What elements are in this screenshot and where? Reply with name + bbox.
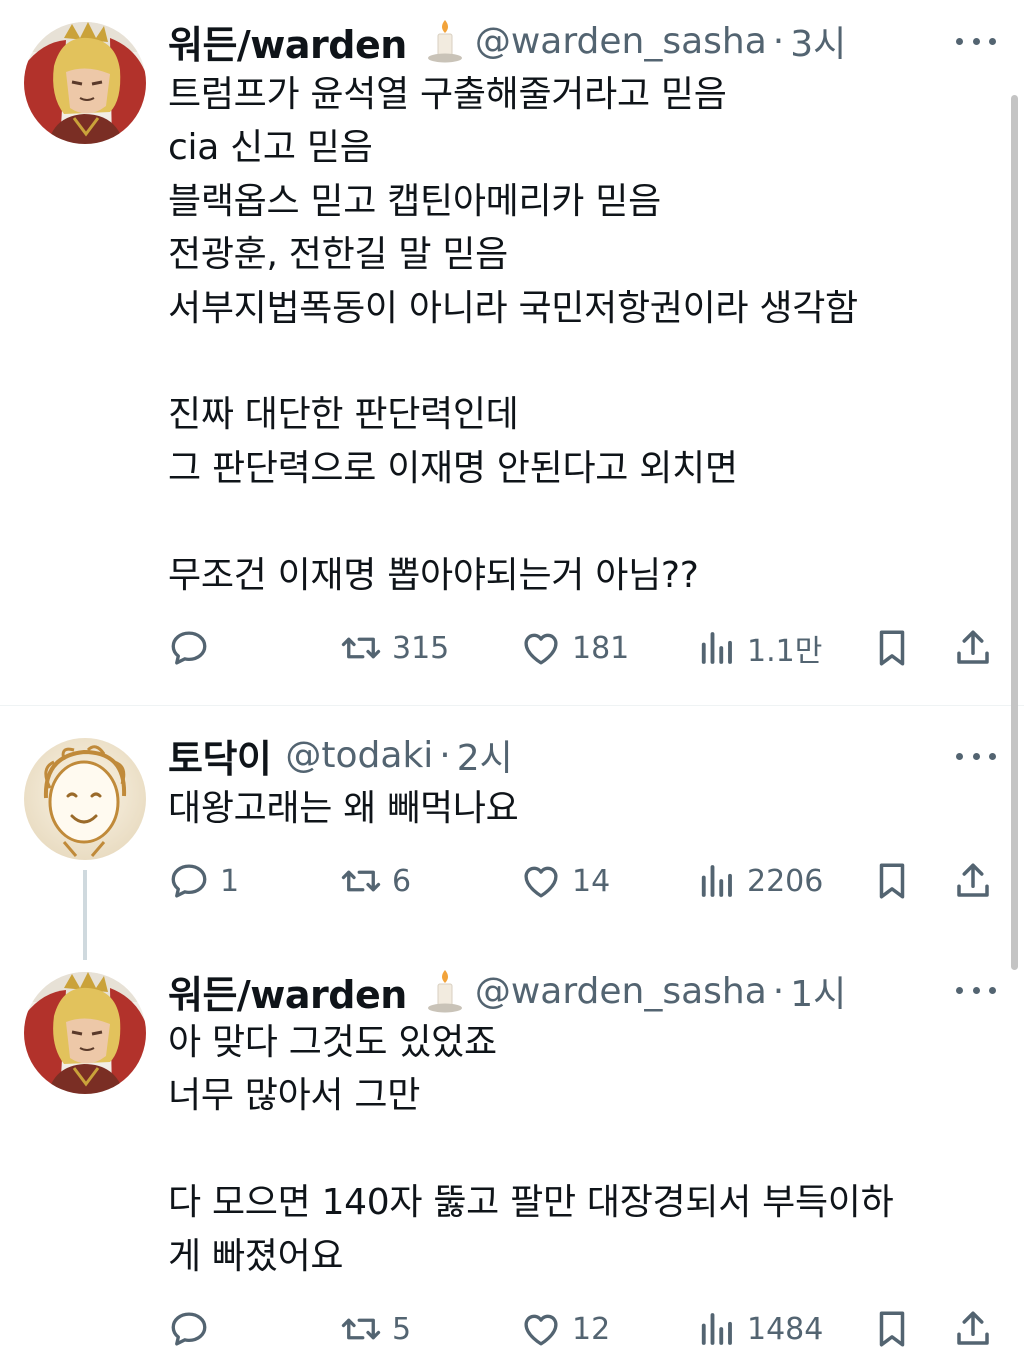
retweet-button[interactable]: 5 [340,1304,411,1354]
views-chart-icon [701,865,732,897]
tweet-time[interactable]: 2시 [457,729,513,781]
share-icon [957,863,989,897]
retweet-count: 6 [392,863,412,899]
scrollbar-thumb[interactable] [1011,95,1018,970]
display-name[interactable]: 워든/warden [168,14,407,69]
share-icon [957,1311,989,1345]
reply-count: 1 [220,863,240,899]
share-button[interactable] [952,856,994,906]
avatar-image [24,972,146,1094]
reply-button[interactable]: 1 [168,856,239,906]
tweet-time[interactable]: 1시 [790,965,846,1017]
tweet-text-line: 무조건 이재명 뽑아야되는거 아님?? [168,554,699,596]
bookmark-icon [879,1311,905,1347]
view-count: 1.1만 [747,634,823,669]
reply-icon [171,631,207,665]
bookmark-icon [879,863,905,899]
views-button[interactable]: 1.1만 [695,623,822,673]
views-chart-icon [701,1313,732,1345]
tweet-text-line: 다 모으면 140자 뚫고 팔만 대장경되서 부득이하 [168,1182,894,1224]
tweet-2[interactable]: 토닥이 @todaki · 2시 대왕고래는 왜 빼먹나요 1 6 14 220… [0,706,1024,950]
tweet-actions: 5 12 1484 [168,1304,1000,1354]
share-icon [957,630,989,664]
display-name[interactable]: 토닥이 [168,728,272,783]
retweet-icon [341,1318,381,1340]
tweet-text-line [168,495,988,548]
tweet-time[interactable]: 3시 [790,15,846,67]
retweet-button[interactable]: 315 [340,623,449,673]
tweet-actions: 315 181 1.1만 [168,623,1000,673]
tweet-text: 트럼프가 윤석열 구출해줄거라고 믿음 cia 신고 믿음 블랙옵스 믿고 캡틴… [168,68,988,602]
tweet-text-line [168,1123,988,1176]
tweet-header: 워든/warden @warden_sasha · 1시 [168,964,846,1019]
user-handle[interactable]: @warden_sasha [475,971,767,1012]
separator-dot: · [439,734,451,776]
tweet-text: 아 맞다 그것도 있었죠 너무 많아서 그만 다 모으면 140자 뚫고 팔만 … [168,1016,988,1283]
bookmark-button[interactable] [871,856,913,906]
retweet-button[interactable]: 6 [340,856,411,906]
reply-button[interactable] [168,1304,220,1354]
retweet-count: 5 [392,1311,412,1347]
views-chart-icon [701,632,732,664]
reply-icon [171,864,207,898]
tweet-text: 대왕고래는 왜 빼먹나요 [168,782,988,835]
share-button[interactable] [952,623,994,673]
share-button[interactable] [952,1304,994,1354]
tweet-text-line: 그 판단력으로 이재명 안된다고 외치면 [168,447,738,489]
avatar-warden[interactable] [24,972,146,1094]
view-count: 2206 [747,863,824,899]
tweet-3[interactable]: 워든/warden @warden_sasha · 1시 아 맞다 그것도 있었… [0,950,1024,1368]
like-button[interactable]: 12 [520,1304,610,1354]
more-options-icon[interactable] [956,980,996,1000]
heart-icon [524,1314,558,1346]
tweet-text-line: 전광훈, 전한길 말 믿음 [168,234,508,276]
like-count: 14 [572,863,611,899]
reply-icon [171,1312,207,1346]
view-count: 1484 [747,1311,824,1347]
retweet-icon [341,637,381,659]
tweet-text-line: 아 맞다 그것도 있었죠 [168,1022,497,1063]
separator-dot: · [772,20,785,62]
user-handle[interactable]: @todaki [285,735,433,776]
tweet-text-line: 서부지법폭동이 아니라 국민저항권이라 생각함 [168,287,858,329]
tweet-text-line: 블랙옵스 믿고 캡틴아메리카 믿음 [168,180,661,222]
user-handle[interactable]: @warden_sasha [475,21,767,62]
more-options-icon[interactable] [956,746,996,766]
like-count: 181 [572,630,630,666]
like-button[interactable]: 181 [520,623,629,673]
display-name[interactable]: 워든/warden [168,964,407,1019]
tweet-text-line: 진짜 대단한 판단력인데 [168,394,519,436]
bookmark-icon [879,630,905,666]
tweet-1[interactable]: 워든/warden @warden_sasha · 3시 트럼프가 윤석열 구출… [0,0,1024,705]
bookmark-button[interactable] [871,1304,913,1354]
retweet-count: 315 [392,630,450,666]
thread-connector-line [83,870,87,960]
tweet-text-line: cia 신고 믿음 [168,127,373,169]
tweet-text-line: 너무 많아서 그만 [168,1075,421,1117]
tweet-actions: 1 6 14 2206 [168,856,1000,906]
heart-icon [524,633,558,665]
views-button[interactable]: 1484 [695,1304,823,1354]
bookmark-button[interactable] [871,623,913,673]
heart-icon [524,866,558,898]
reply-button[interactable] [168,623,220,673]
like-count: 12 [572,1311,611,1347]
avatar-image [24,22,146,144]
tweet-text-line [168,335,988,388]
avatar-image [24,738,146,860]
like-button[interactable]: 14 [520,856,610,906]
tweet-header: 워든/warden @warden_sasha · 3시 [168,14,846,69]
tweet-header: 토닥이 @todaki · 2시 [168,728,513,783]
tweet-text-line: 대왕고래는 왜 빼먹나요 [168,788,519,829]
avatar-warden[interactable] [24,22,146,144]
avatar-todaki[interactable] [24,738,146,860]
retweet-icon [341,870,381,892]
tweet-text-line: 트럼프가 윤석열 구출해줄거라고 믿음 [168,74,727,115]
candle-icon [425,18,465,64]
candle-icon [425,968,465,1014]
tweet-text-line: 게 빠졌어요 [168,1235,344,1277]
separator-dot: · [772,970,785,1012]
more-options-icon[interactable] [956,31,996,51]
views-button[interactable]: 2206 [695,856,823,906]
